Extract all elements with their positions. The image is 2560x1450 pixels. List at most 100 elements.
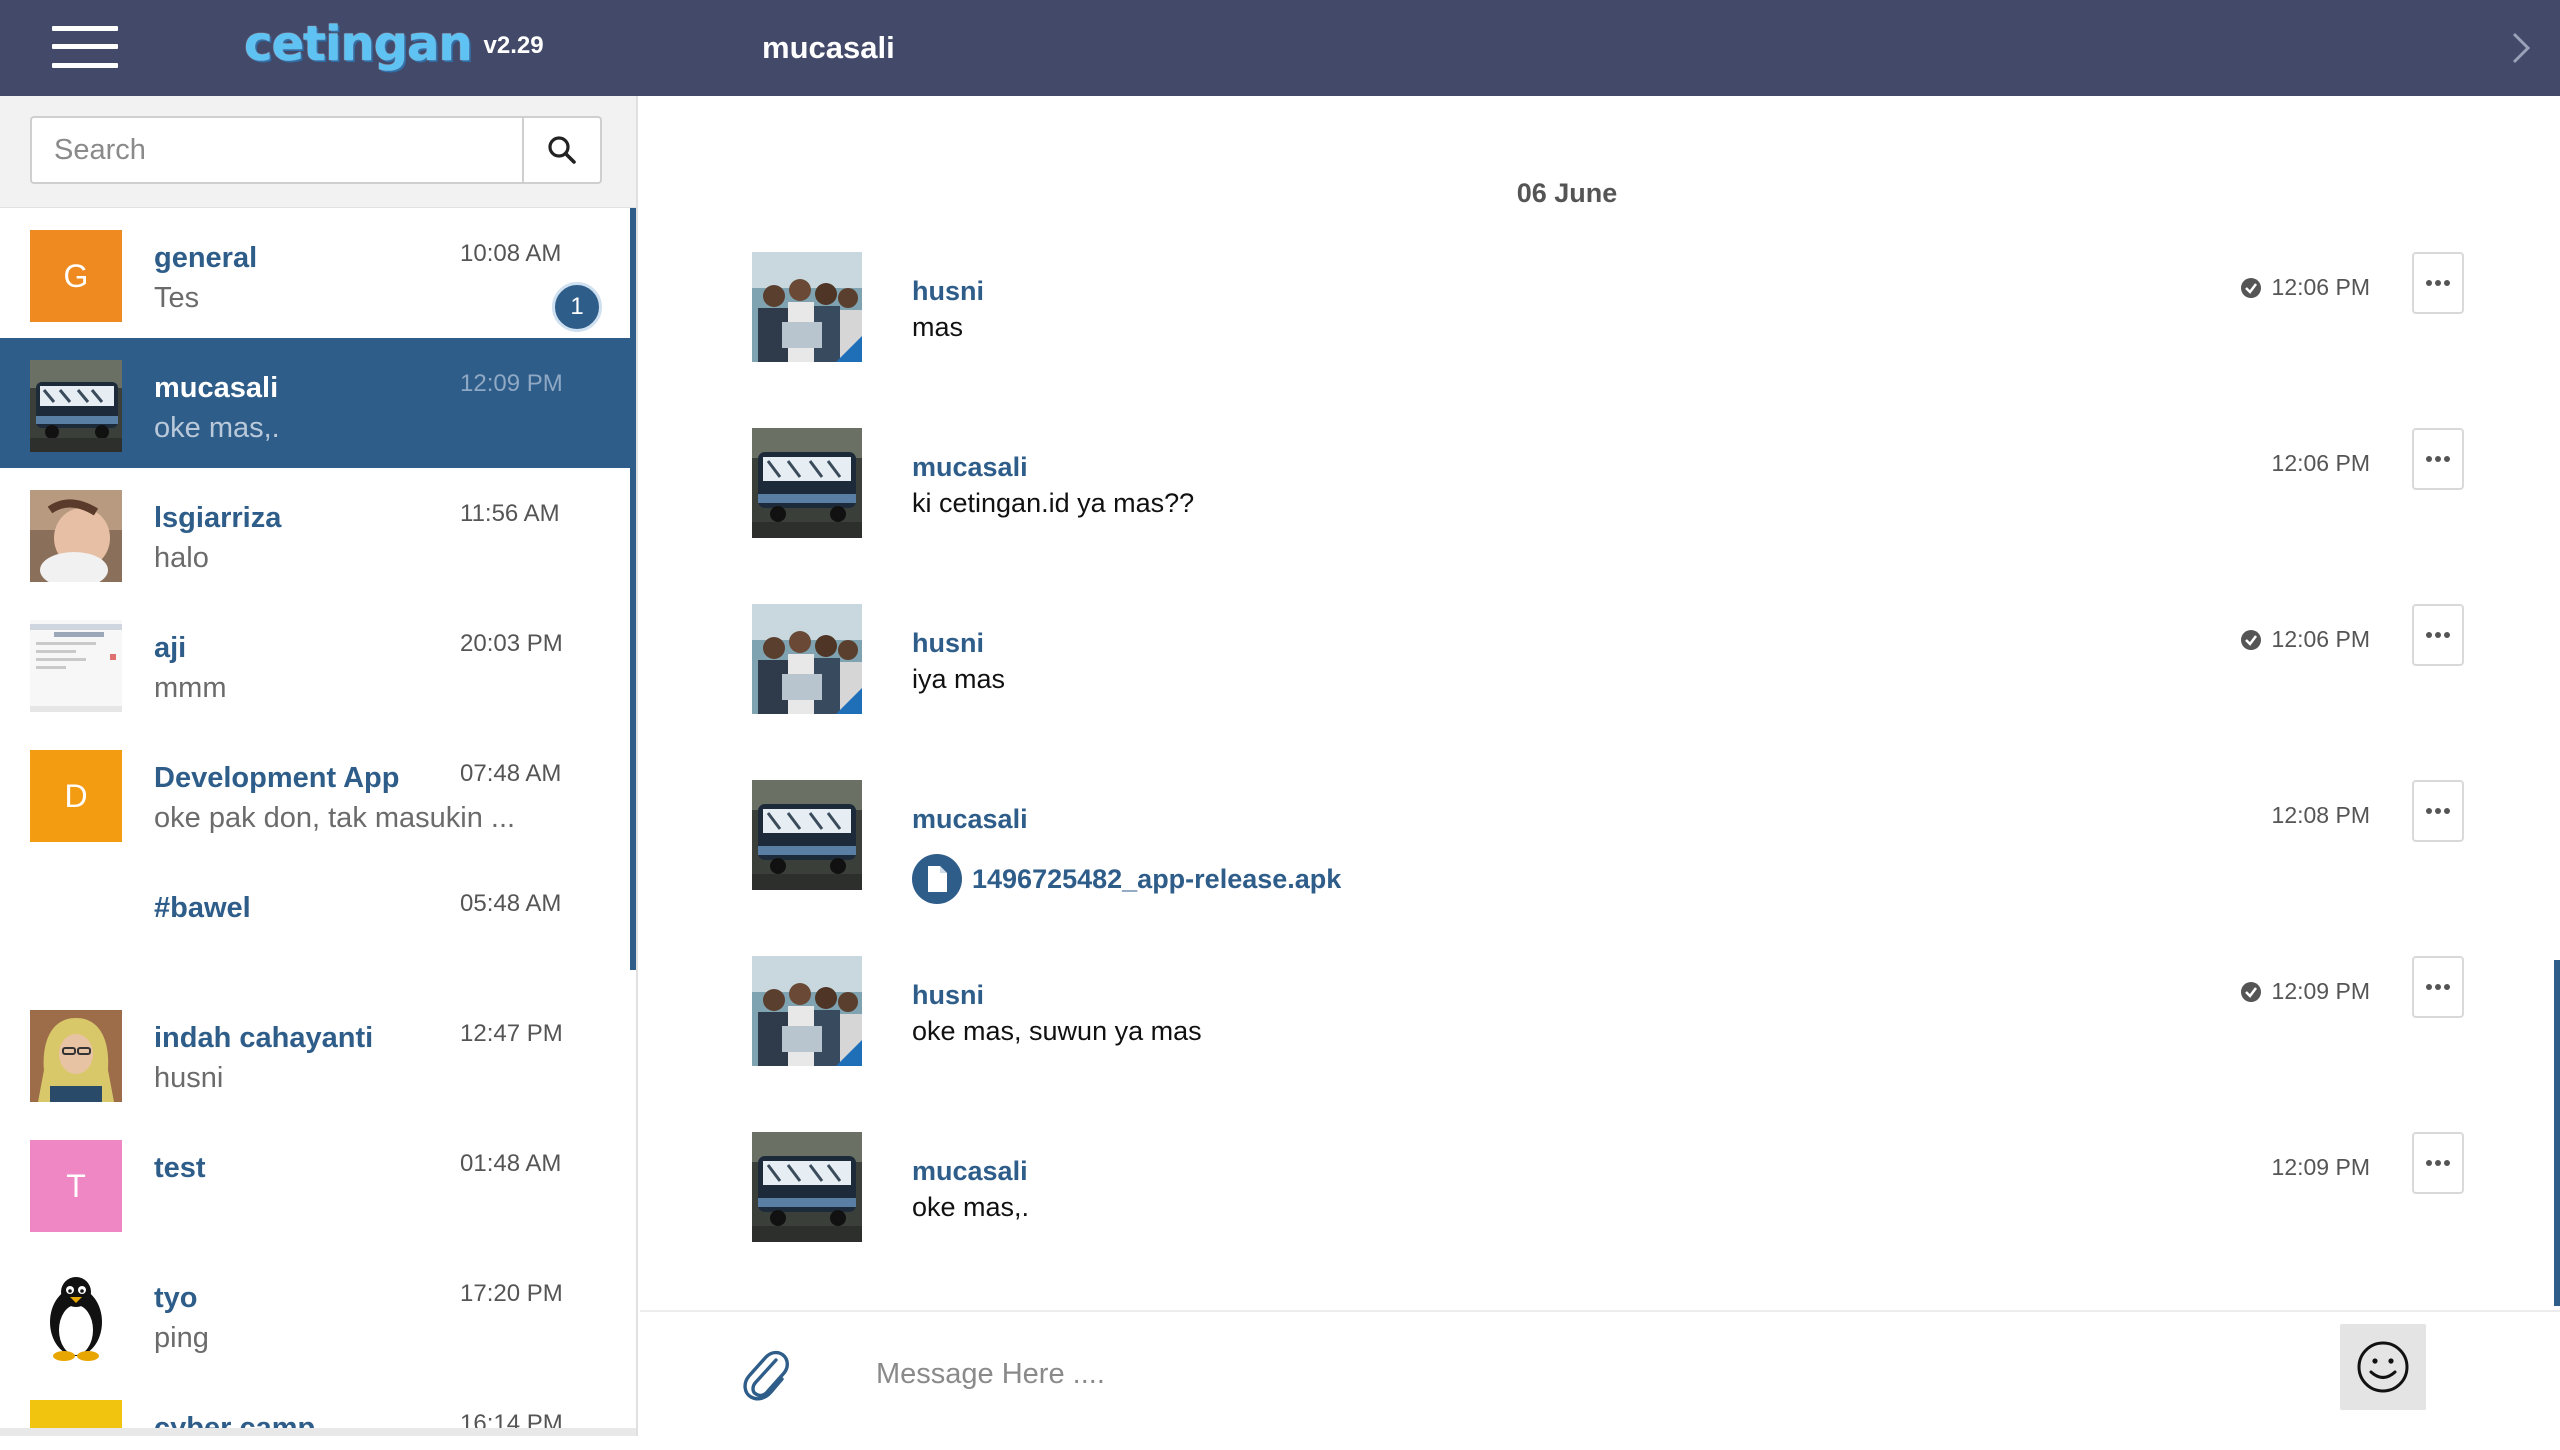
conversation-time: 10:08 AM — [460, 240, 562, 267]
conversation-name: tyo — [154, 1282, 198, 1314]
file-icon — [912, 854, 962, 904]
bus-photo — [752, 428, 862, 538]
date-separator: 06 June — [1516, 178, 1618, 208]
conversation-time: 20:03 PM — [460, 630, 563, 657]
file-attachment-link[interactable]: 1496725482_app-release.apk — [912, 854, 1341, 904]
message-sender: husni — [912, 628, 984, 658]
app-version: v2.29 — [483, 32, 544, 59]
avatar — [30, 360, 122, 452]
avatar — [30, 1010, 122, 1102]
smiley-icon — [2357, 1341, 2409, 1393]
message-time: 12:08 PM — [2271, 802, 2370, 828]
avatar — [752, 1132, 862, 1242]
avatar — [752, 252, 862, 362]
conversation-name: aji — [154, 632, 187, 664]
bus-photo — [752, 780, 862, 890]
group-photo — [752, 956, 862, 1066]
top-bar: cetingan v2.29 mucasali — [0, 0, 2560, 96]
conversation-name: indah cahayanti — [154, 1022, 374, 1054]
conversation-item-mucasali[interactable]: mucasali oke mas,. 12:09 PM — [0, 338, 632, 468]
avatar — [752, 604, 862, 714]
message-time: 12:09 PM — [2271, 1154, 2370, 1180]
message-item: husni oke mas, suwun ya mas 12:09 PM — [640, 956, 2560, 1106]
avatar: D — [30, 750, 122, 842]
avatar-letter: D — [64, 777, 88, 814]
conversation-item-bawel[interactable]: #bawel 05:48 AM — [0, 858, 632, 988]
conversation-preview: ping — [154, 1322, 209, 1354]
message-time-wrap: 12:06 PM — [2240, 626, 2370, 653]
message-options-button[interactable] — [2412, 428, 2464, 490]
conversation-item-cyber-camp[interactable]: cyber camp 16:14 PM — [0, 1378, 632, 1428]
read-check-icon — [2240, 629, 2261, 650]
hamburger-menu-icon[interactable] — [52, 26, 118, 68]
search-icon — [548, 136, 576, 164]
screenshot-thumbnail — [30, 620, 122, 712]
message-item: mucasali 1496725482_app-release.apk 12:0… — [640, 780, 2560, 930]
chat-scrollbar[interactable] — [2554, 960, 2560, 1306]
message-text: iya mas — [912, 664, 1006, 694]
message-options-button[interactable] — [2412, 252, 2464, 314]
avatar — [752, 956, 862, 1066]
logo-text: cetingan — [244, 16, 472, 72]
conversation-item-tyo[interactable]: tyo ping 17:20 PM — [0, 1248, 632, 1378]
conversation-name: mucasali — [154, 372, 279, 404]
person-photo — [30, 490, 122, 582]
conversation-time: 12:47 PM — [460, 1020, 563, 1047]
conversation-item-lsgiarriza[interactable]: lsgiarriza halo 11:56 AM — [0, 468, 632, 598]
avatar — [30, 620, 122, 712]
paperclip-icon[interactable] — [740, 1346, 790, 1402]
avatar-letter: G — [63, 257, 89, 294]
avatar — [30, 1270, 122, 1362]
more-options-icon — [2426, 984, 2450, 990]
conversation-preview: husni — [154, 1062, 224, 1094]
conversation-name: #bawel — [154, 892, 251, 924]
sidebar-scrollbar[interactable] — [630, 208, 636, 970]
unread-badge: 1 — [552, 282, 602, 332]
more-options-icon — [2426, 280, 2450, 286]
emoji-button[interactable] — [2340, 1324, 2426, 1410]
message-item: husni mas 12:06 PM — [640, 252, 2560, 402]
avatar — [752, 780, 862, 890]
message-time-wrap: 12:08 PM — [2272, 802, 2370, 829]
search-area — [0, 96, 636, 208]
message-time: 12:06 PM — [2271, 450, 2370, 476]
avatar-letter: T — [66, 1167, 86, 1204]
message-options-button[interactable] — [2412, 780, 2464, 842]
message-options-button[interactable] — [2412, 1132, 2464, 1194]
conversation-item-general[interactable]: G general Tes 10:08 AM 1 — [0, 208, 632, 338]
read-check-icon — [2240, 981, 2261, 1002]
more-options-icon — [2426, 456, 2450, 462]
conversation-item-aji[interactable]: aji mmm 20:03 PM — [0, 598, 632, 728]
conversation-preview: oke mas,. — [154, 412, 280, 444]
chat-panel: 06 June husni mas 12:06 PM mucasali ki c… — [640, 96, 2560, 1450]
conversation-time: 05:48 AM — [460, 890, 562, 917]
message-item: husni iya mas 12:06 PM — [640, 604, 2560, 754]
group-photo — [752, 604, 862, 714]
conversation-time: 12:09 PM — [460, 370, 563, 397]
search-button[interactable] — [522, 118, 600, 182]
chevron-right-icon[interactable] — [2502, 30, 2538, 66]
message-item: mucasali oke mas,. 12:09 PM — [640, 1132, 2560, 1282]
message-sender: mucasali — [912, 1156, 1028, 1186]
avatar — [30, 490, 122, 582]
conversation-item-indah-cahayanti[interactable]: indah cahayanti husni 12:47 PM — [0, 988, 632, 1118]
conversation-name: test — [154, 1152, 206, 1184]
conversation-preview: oke pak don, tak masukin ... — [154, 802, 516, 834]
conversation-item-test[interactable]: T test 01:48 AM — [0, 1118, 632, 1248]
conversation-list: G general Tes 10:08 AM 1 mucasali oke ma… — [0, 208, 636, 1428]
message-sender: mucasali — [912, 804, 1028, 834]
message-options-button[interactable] — [2412, 604, 2464, 666]
file-name: 1496725482_app-release.apk — [972, 863, 1342, 894]
message-options-button[interactable] — [2412, 956, 2464, 1018]
bus-photo — [30, 360, 122, 452]
message-time: 12:06 PM — [2271, 626, 2370, 652]
search-input[interactable] — [32, 118, 522, 182]
conversation-preview: mmm — [154, 672, 227, 704]
conversation-item-development-app[interactable]: D Development App oke pak don, tak masuk… — [0, 728, 632, 858]
more-options-icon — [2426, 632, 2450, 638]
message-sender: husni — [912, 276, 984, 306]
conversation-time: 01:48 AM — [460, 1150, 562, 1177]
message-input[interactable] — [876, 1342, 1976, 1406]
message-text: oke mas, suwun ya mas — [912, 1016, 1202, 1046]
message-time-wrap: 12:06 PM — [2240, 274, 2370, 301]
